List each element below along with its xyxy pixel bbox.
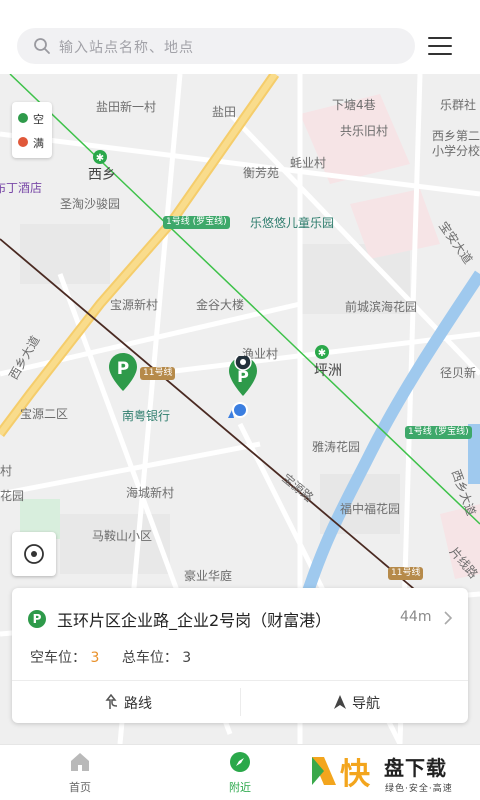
parking-marker[interactable]: P: [108, 352, 138, 392]
top-bar: 输入站点名称、地点: [0, 0, 480, 74]
total-spaces-value: 3: [182, 650, 192, 666]
tab-home-label: 首页: [69, 781, 91, 794]
bank-label: 南粤银行: [122, 409, 171, 423]
place-label: 海城新村: [126, 486, 175, 500]
parking-spaces: 空车位： 3 总车位： 3: [30, 647, 191, 667]
place-label: 乐悠悠儿童乐园: [250, 216, 335, 230]
place-label: 福中福花园: [340, 502, 401, 516]
metro-line-tag: 11号线: [140, 367, 176, 380]
watermark-logo: 快 盘下载 绿色·安全·高速: [310, 749, 476, 797]
station-name: 玉环片区企业路_企业2号岗（财富港）: [57, 611, 332, 630]
place-label: 村: [0, 464, 13, 478]
tab-nearby[interactable]: 附近: [200, 745, 280, 800]
search-icon: [34, 38, 50, 54]
parking-info-card[interactable]: P 玉环片区企业路_企业2号岗（财富港） 44m 空车位： 3 总车位： 3 路…: [12, 588, 468, 723]
compass-icon: [230, 752, 250, 772]
route-button[interactable]: 路线: [12, 681, 240, 723]
place-label: 马鞍山小区: [92, 529, 153, 543]
route-icon: [105, 694, 118, 709]
empty-spaces-value: 3: [90, 650, 100, 666]
place-label: 盐田: [212, 105, 237, 119]
brand-logo-icon: [312, 757, 336, 785]
place-label: 共乐旧村: [340, 124, 389, 138]
parking-p-icon: P: [28, 610, 46, 628]
place-label: 西乡第二小学分校: [432, 129, 480, 158]
svg-text:✱: ✱: [96, 153, 104, 164]
place-label: 衡芳苑: [243, 166, 280, 180]
place-label: 豪业华庭: [184, 569, 233, 583]
current-location-icon: [228, 402, 248, 418]
place-label: 径贝新: [440, 366, 477, 380]
empty-spaces-label: 空车位：: [30, 650, 86, 666]
svg-text:P: P: [117, 359, 129, 379]
place-label: 宝源二区: [20, 407, 69, 421]
tab-home[interactable]: 首页: [40, 745, 120, 800]
navigate-label: 导航: [352, 696, 380, 712]
station-label: 坪洲: [314, 363, 342, 379]
total-spaces-label: 总车位：: [121, 650, 178, 666]
place-label: 布丁酒店: [0, 181, 43, 195]
search-bar[interactable]: 输入站点名称、地点: [17, 28, 415, 64]
home-icon: [71, 753, 89, 771]
distance: 44m: [400, 609, 432, 625]
chevron-right-icon[interactable]: [442, 610, 454, 626]
place-label: 宝源新村: [110, 298, 159, 312]
svg-text:✱: ✱: [318, 348, 326, 359]
svg-text:P: P: [237, 367, 249, 386]
metro-line-tag: 1号线 (罗宝线): [405, 426, 472, 439]
parking-legend: 空 满: [12, 102, 52, 158]
menu-icon[interactable]: [428, 37, 452, 55]
place-label: 圣淘沙骏园: [60, 197, 121, 211]
place-label: 蚝业村: [290, 156, 327, 170]
metro-line-tag: 1号线 (罗宝线): [163, 216, 230, 229]
place-label: 下塘4巷: [332, 98, 376, 112]
locate-icon: [24, 544, 44, 564]
station-label: 西乡: [88, 167, 116, 183]
route-label: 路线: [124, 696, 152, 712]
place-label: 乐群社: [440, 98, 477, 112]
metro-station-icon: ✱: [93, 150, 107, 164]
place-label: 雅涛花园: [312, 440, 361, 454]
place-label: 金谷大楼: [196, 298, 245, 312]
metro-station-icon: ✱: [315, 345, 329, 359]
navigate-button[interactable]: 导航: [240, 681, 468, 723]
place-label: 花园: [0, 489, 25, 503]
metro-line-tag: 11号线: [388, 567, 424, 580]
selected-parking-marker[interactable]: P: [228, 356, 258, 398]
place-label: 盐田新一村: [96, 100, 157, 114]
locate-button[interactable]: [12, 532, 56, 576]
tab-nearby-label: 附近: [229, 781, 251, 794]
search-placeholder: 输入站点名称、地点: [59, 40, 194, 56]
bottom-nav: 首页 附近 快 盘下载 绿色·安全·高速: [0, 744, 480, 800]
navigate-icon: [334, 695, 346, 709]
place-label: 前城滨海花园: [345, 300, 418, 314]
